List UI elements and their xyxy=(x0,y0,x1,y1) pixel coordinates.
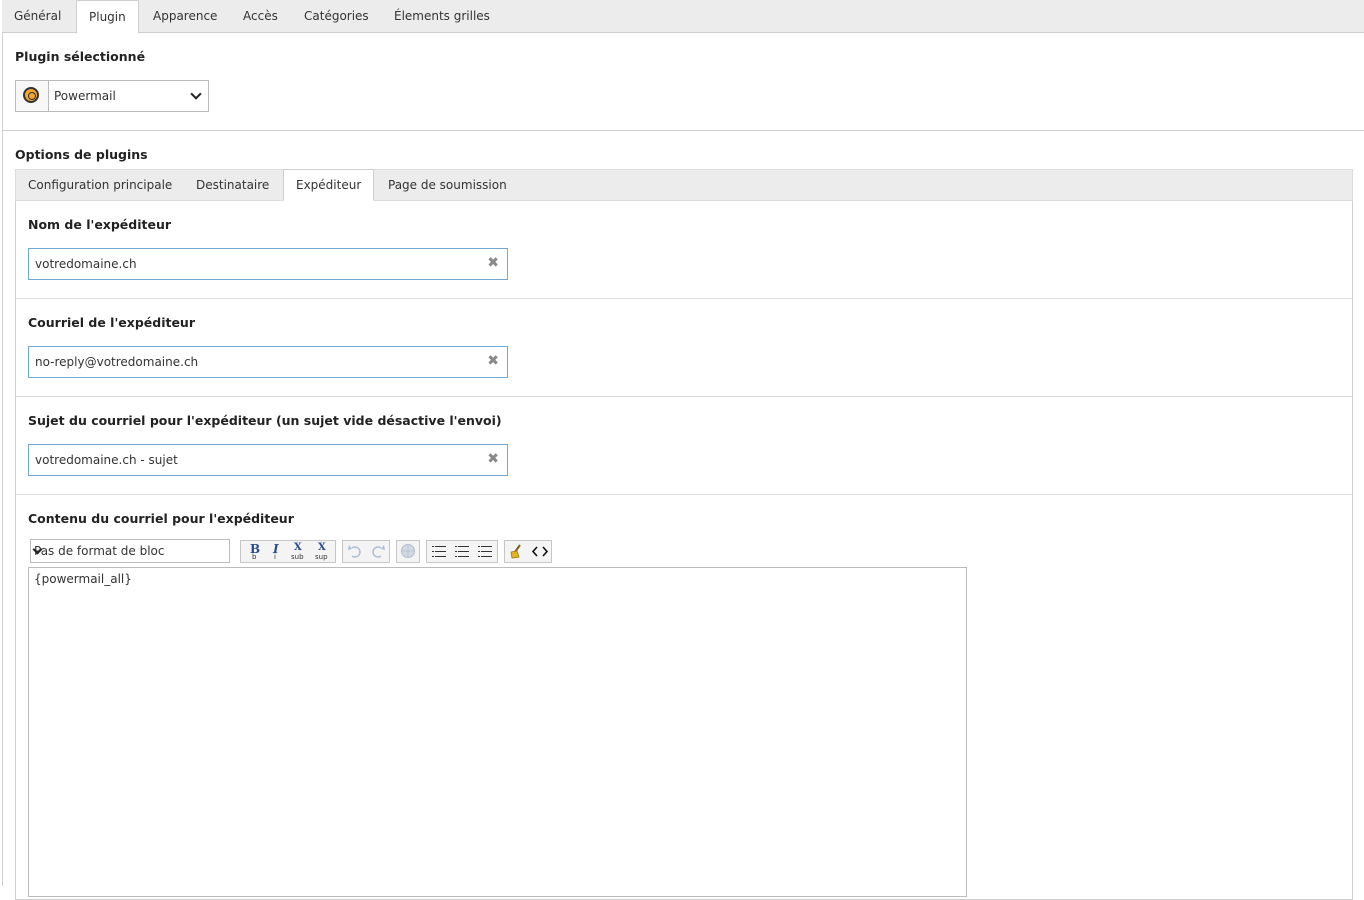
undo-icon xyxy=(348,545,361,558)
toolbar-link-group xyxy=(396,540,420,563)
tab-acces[interactable]: Accès xyxy=(231,0,290,33)
clear-icon[interactable]: ✖ xyxy=(487,452,499,466)
section-divider xyxy=(16,298,1352,299)
sender-subject-field: ✖ xyxy=(28,444,508,476)
code-icon xyxy=(531,546,549,557)
tab-configuration-principale[interactable]: Configuration principale xyxy=(16,170,184,201)
plugin-options-label: Options de plugins xyxy=(15,147,148,162)
ordered-list-icon xyxy=(432,546,446,557)
plugin-select[interactable]: Powermail xyxy=(15,80,209,112)
tab-destinataire[interactable]: Destinataire xyxy=(184,170,281,201)
block-format-value: Pas de format de bloc xyxy=(34,544,165,558)
subscript-button[interactable]: X sub xyxy=(289,542,311,561)
globe-link-icon xyxy=(401,544,415,558)
divider xyxy=(3,130,1364,131)
redo-icon xyxy=(372,545,385,558)
section-divider xyxy=(16,494,1352,495)
plugin-icon-box xyxy=(16,81,49,111)
editor-content[interactable]: {powermail_all} xyxy=(34,572,132,586)
sender-name-field: ✖ xyxy=(28,248,508,280)
clear-icon[interactable]: ✖ xyxy=(487,256,499,270)
broom-icon xyxy=(510,544,521,559)
sender-email-input[interactable] xyxy=(29,347,475,377)
unordered-list-icon xyxy=(455,546,469,557)
section-divider xyxy=(16,396,1352,397)
sender-body-label: Contenu du courriel pour l'expéditeur xyxy=(28,511,294,526)
top-tab-bar: Général Plugin Apparence Accès Catégorie… xyxy=(2,0,1364,34)
sender-name-input[interactable] xyxy=(29,249,475,279)
clear-icon[interactable]: ✖ xyxy=(487,354,499,368)
options-tab-bar: Configuration principale Destinataire Ex… xyxy=(15,169,1353,201)
tab-expediteur[interactable]: Expéditeur xyxy=(283,169,375,201)
toolbar-history-group xyxy=(342,540,390,563)
bold-button[interactable]: B b xyxy=(243,542,265,561)
ordered-list-button[interactable] xyxy=(428,542,450,561)
tab-page-de-soumission[interactable]: Page de soumission xyxy=(376,170,519,201)
sender-name-label: Nom de l'expéditeur xyxy=(28,217,172,232)
plugin-selected-label: Plugin sélectionné xyxy=(15,49,146,64)
tab-apparence[interactable]: Apparence xyxy=(141,0,229,33)
superscript-button[interactable]: X sup xyxy=(313,542,335,561)
link-button[interactable] xyxy=(397,542,419,561)
toolbar-tools-group xyxy=(504,540,552,563)
powermail-icon xyxy=(23,87,39,103)
unordered-list-button[interactable] xyxy=(451,542,473,561)
definition-list-button[interactable] xyxy=(474,542,496,561)
sender-subject-label: Sujet du courriel pour l'expéditeur (un … xyxy=(28,413,502,428)
plugin-select-value: Powermail xyxy=(54,89,116,103)
italic-button[interactable]: I i xyxy=(265,542,287,561)
sender-email-label: Courriel de l'expéditeur xyxy=(28,315,195,330)
sender-subject-input[interactable] xyxy=(29,445,475,475)
chevron-down-icon xyxy=(190,88,202,100)
source-code-button[interactable] xyxy=(529,542,551,561)
tab-categories[interactable]: Catégories xyxy=(292,0,381,33)
tab-elements-grilles[interactable]: Élements grilles xyxy=(382,0,502,33)
toolbar-format-group: B b I i X sub X sup xyxy=(240,540,336,563)
sender-email-field: ✖ xyxy=(28,346,508,378)
undo-button[interactable] xyxy=(344,542,366,561)
tab-plugin[interactable]: Plugin xyxy=(76,0,139,34)
definition-list-icon xyxy=(478,546,492,557)
toolbar-list-group xyxy=(426,540,498,563)
tab-general[interactable]: Général xyxy=(2,0,73,33)
redo-button[interactable] xyxy=(367,542,389,561)
rich-text-editor[interactable]: {powermail_all} xyxy=(28,567,967,897)
block-format-select[interactable]: Pas de format de bloc xyxy=(30,539,230,563)
clean-format-button[interactable] xyxy=(506,542,528,561)
